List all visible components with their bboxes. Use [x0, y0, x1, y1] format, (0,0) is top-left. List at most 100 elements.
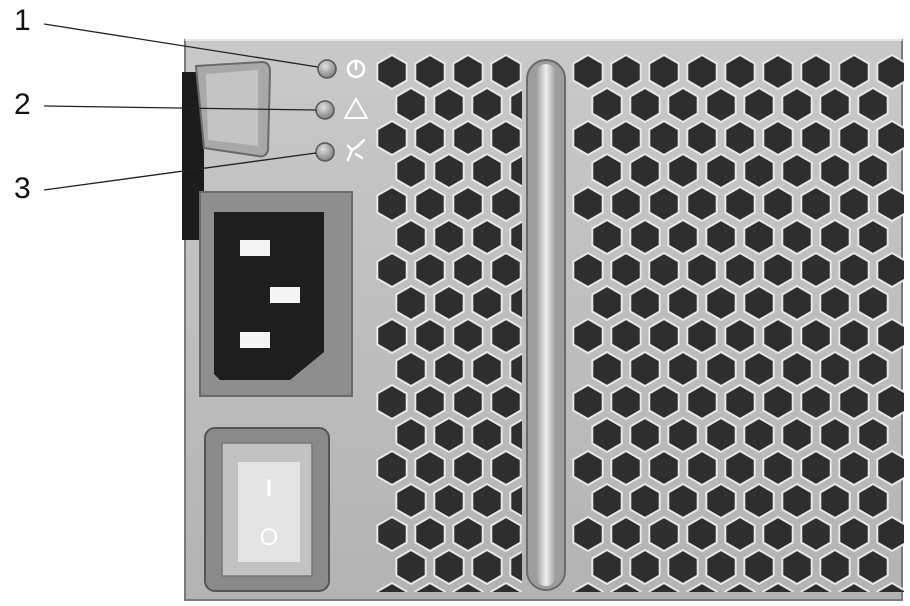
vent-hole: [591, 218, 623, 256]
vent-hole: [610, 515, 642, 553]
vent-hole: [686, 449, 718, 487]
vent-hole: [686, 53, 718, 91]
vent-hole: [705, 350, 737, 388]
vent-hole: [471, 86, 503, 124]
vent-hole: [781, 548, 813, 586]
vent-hole: [876, 119, 904, 157]
led-1: [317, 59, 337, 79]
vent-hole: [743, 284, 775, 322]
vent-hole: [857, 86, 889, 124]
vent-hole: [376, 449, 408, 487]
vent-hole: [876, 185, 904, 223]
vent-hole: [667, 482, 699, 520]
vent-hole: [629, 350, 661, 388]
vent-hole: [857, 218, 889, 256]
vent-hole: [433, 284, 465, 322]
led-2: [315, 100, 335, 120]
vent-hole: [705, 548, 737, 586]
vent-hole: [667, 350, 699, 388]
vent-hole: [667, 86, 699, 124]
vent-hole: [819, 284, 851, 322]
vent-hole: [800, 317, 832, 355]
vent-hole: [762, 515, 794, 553]
vent-hole: [629, 416, 661, 454]
vent-hole: [572, 119, 604, 157]
ac-inlet[interactable]: [199, 191, 353, 397]
power-switch[interactable]: I O: [204, 427, 330, 592]
vent-hole: [452, 185, 484, 223]
vent-hole: [610, 449, 642, 487]
vent-hole: [648, 515, 680, 553]
vent-hole: [591, 152, 623, 190]
vent-hole: [762, 53, 794, 91]
vent-hole: [686, 317, 718, 355]
vent-hole: [591, 86, 623, 124]
vent-hole: [705, 86, 737, 124]
vent-hole: [819, 548, 851, 586]
vent-hole: [743, 482, 775, 520]
vent-hole: [433, 86, 465, 124]
vent-hole: [648, 119, 680, 157]
vent-hole: [705, 284, 737, 322]
vent-hole: [591, 482, 623, 520]
vent-hole: [629, 218, 661, 256]
vent-hole: [819, 218, 851, 256]
vent-hole: [490, 515, 522, 553]
vent-hole: [819, 350, 851, 388]
vent-hole: [433, 152, 465, 190]
vent-hole: [376, 317, 408, 355]
vent-hole: [857, 284, 889, 322]
vent-hole: [471, 416, 503, 454]
vent-hole: [781, 350, 813, 388]
vent-hole: [686, 119, 718, 157]
vent-hole: [629, 482, 661, 520]
vent-hole: [667, 416, 699, 454]
vent-hole: [490, 383, 522, 421]
vent-hole: [838, 317, 870, 355]
vent-hole: [610, 185, 642, 223]
vent-hole: [648, 317, 680, 355]
vent-hole: [705, 482, 737, 520]
vent-hole: [629, 86, 661, 124]
vent-hole: [819, 416, 851, 454]
vent-hole: [724, 515, 756, 553]
vent-hole: [376, 251, 408, 289]
vent-hole: [838, 383, 870, 421]
switch-off-symbol: O: [260, 524, 279, 551]
vent-hole: [743, 86, 775, 124]
vent-hole: [376, 515, 408, 553]
vent-hole: [452, 119, 484, 157]
vent-hole: [667, 152, 699, 190]
vent-hole: [724, 53, 756, 91]
vent-hole: [376, 119, 408, 157]
vent-hole: [800, 383, 832, 421]
vent-hole: [395, 416, 427, 454]
callout-1-number: 1: [14, 4, 31, 37]
vent-hole: [800, 251, 832, 289]
vent-hole: [572, 53, 604, 91]
vent-hole: [610, 383, 642, 421]
vent-hole: [414, 185, 446, 223]
vent-hole: [781, 218, 813, 256]
vent-hole: [433, 350, 465, 388]
vent-hole: [762, 185, 794, 223]
vent-hole: [724, 317, 756, 355]
vent-hole: [648, 383, 680, 421]
vent-hole: [762, 251, 794, 289]
vent-hole: [705, 416, 737, 454]
vent-hole: [743, 416, 775, 454]
vent-hole: [591, 548, 623, 586]
vent-hole: [471, 218, 503, 256]
vent-hole: [667, 284, 699, 322]
vent-hole: [686, 515, 718, 553]
vent-hole: [743, 548, 775, 586]
vent-hole: [395, 284, 427, 322]
callout-2-number: 2: [14, 88, 31, 121]
vent-hole: [471, 548, 503, 586]
vent-hole: [838, 185, 870, 223]
vent-hole: [471, 482, 503, 520]
vent-hole: [414, 317, 446, 355]
vent-hole: [819, 482, 851, 520]
vent-hole: [648, 185, 680, 223]
vent-hole: [452, 53, 484, 91]
